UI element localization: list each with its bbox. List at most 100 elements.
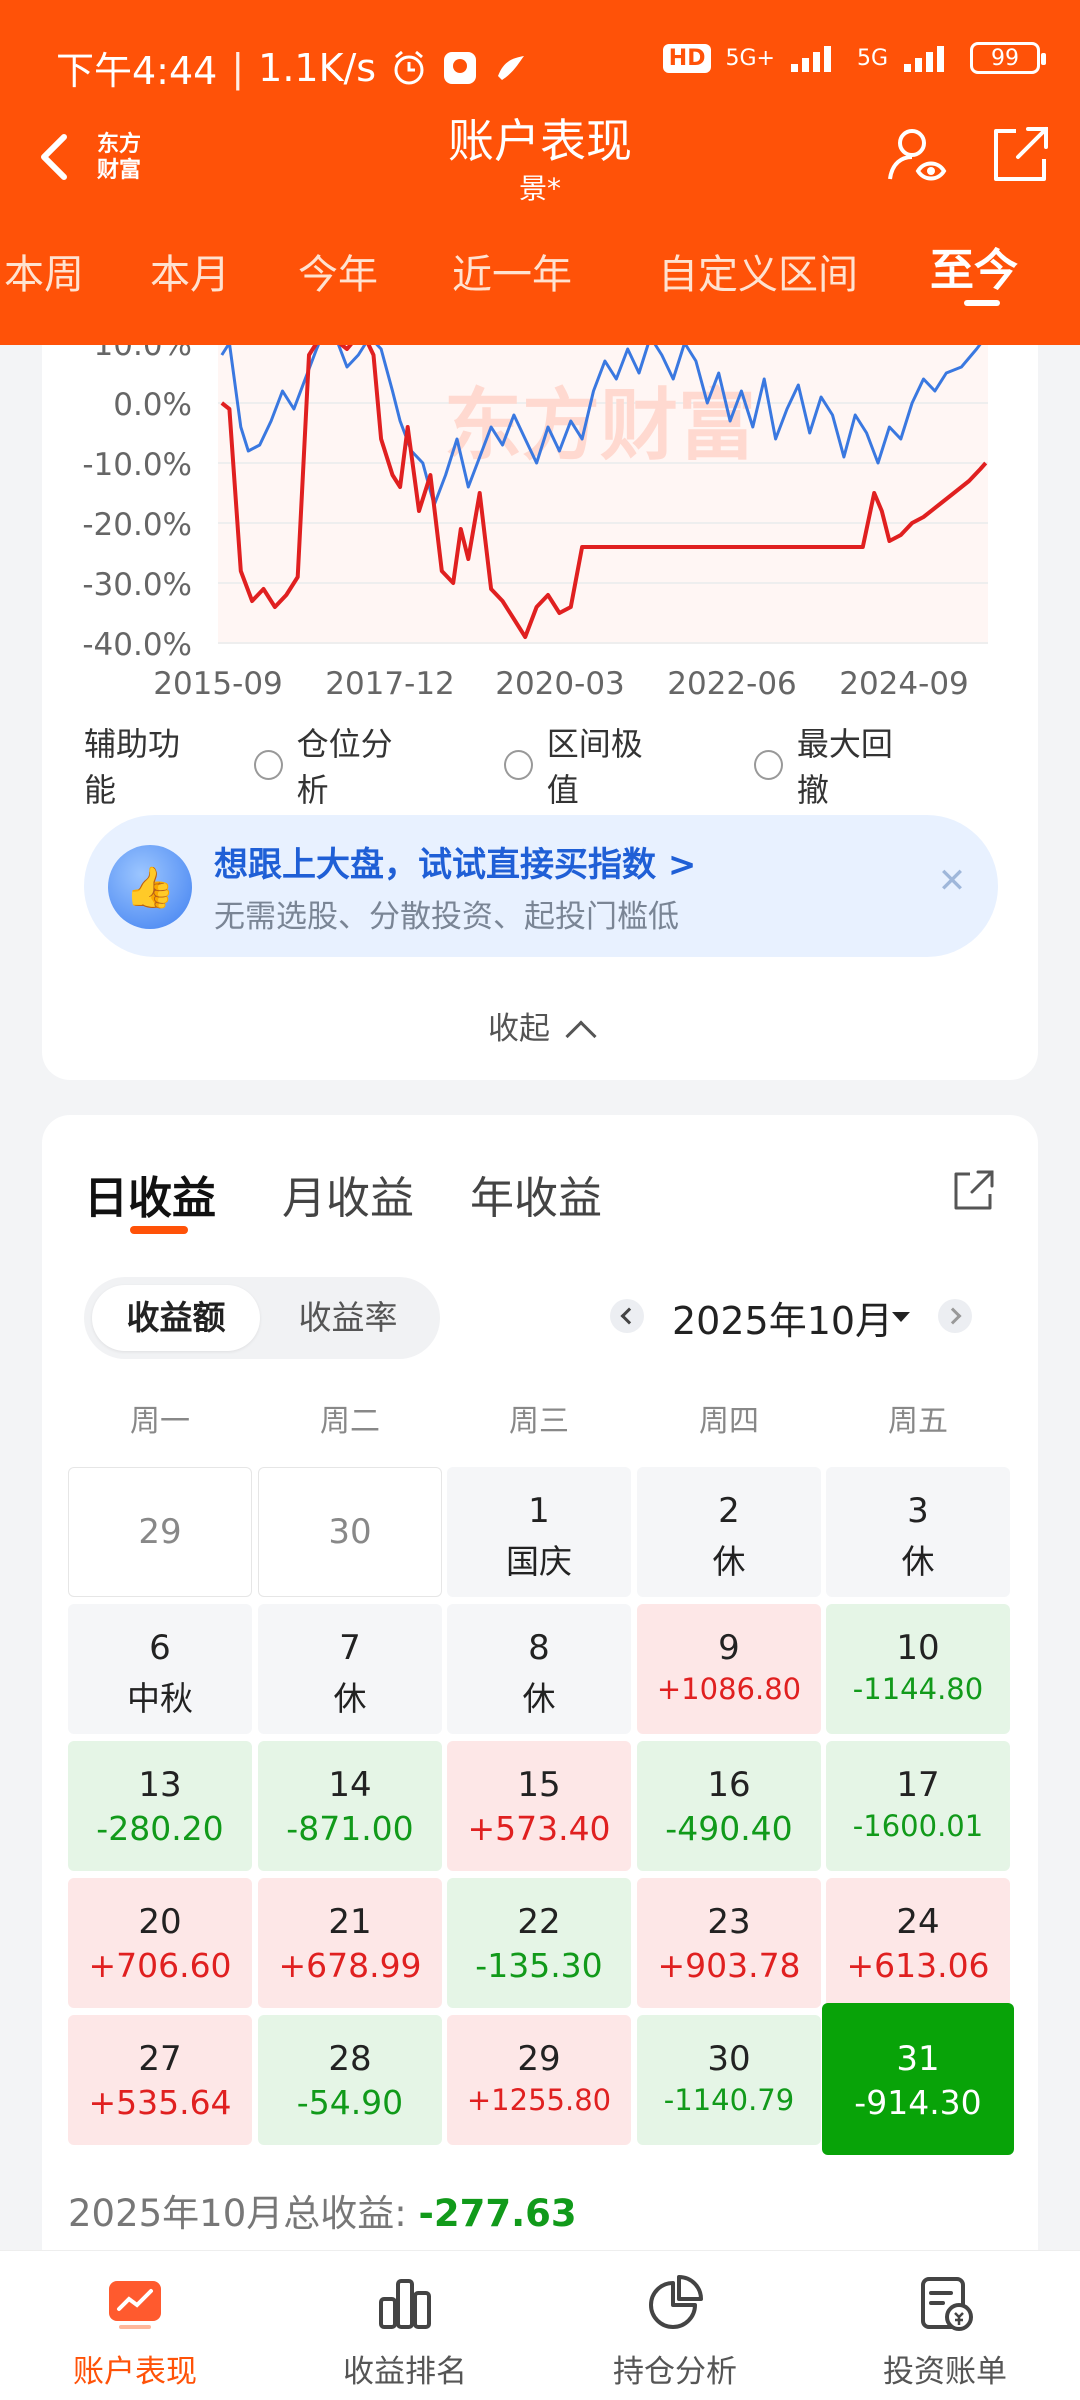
calendar-day-cell[interactable]: 15 +573.40 bbox=[447, 1741, 631, 1871]
calendar-day-cell[interactable]: 1 国庆 bbox=[447, 1467, 631, 1597]
nav-account-performance[interactable]: 账户表现 bbox=[0, 2251, 270, 2400]
day-number: 7 bbox=[339, 1628, 361, 1668]
collapse-button[interactable]: 收起 bbox=[0, 1003, 1080, 1052]
tab-last-year[interactable]: 近一年 bbox=[452, 242, 572, 300]
calendar-day-cell[interactable]: 14 -871.00 bbox=[258, 1741, 442, 1871]
tab-daily-returns[interactable]: 日收益 bbox=[84, 1162, 216, 1226]
nav-returns-ranking[interactable]: 收益排名 bbox=[270, 2251, 540, 2400]
caret-down-icon[interactable] bbox=[892, 1312, 910, 1322]
calendar-day-cell[interactable]: 30 -1140.79 bbox=[637, 2015, 821, 2145]
radio-label: 仓位分析 bbox=[296, 725, 393, 809]
network-5g-plus: 5G+ bbox=[725, 45, 775, 71]
radio-circle[interactable] bbox=[253, 750, 283, 780]
calendar-day-cell[interactable]: 6 中秋 bbox=[68, 1604, 252, 1734]
bar-chart-icon bbox=[379, 2279, 431, 2329]
day-number: 3 bbox=[907, 1491, 929, 1531]
aux-label: 辅助功能 bbox=[84, 725, 181, 809]
aux-functions: 辅助功能 仓位分析 区间极值 最大回撤 bbox=[84, 725, 1004, 809]
tab-since-inception[interactable]: 至今 bbox=[930, 234, 1018, 298]
month-selector[interactable]: 2025年10月 bbox=[672, 1290, 893, 1345]
tab-yearly-returns[interactable]: 年收益 bbox=[470, 1162, 602, 1226]
holiday-label: 中秋 bbox=[127, 1679, 193, 1718]
day-number: 16 bbox=[707, 1765, 751, 1805]
day-number: 9 bbox=[718, 1628, 740, 1668]
calendar-day-cell[interactable]: 29 +1255.80 bbox=[447, 2015, 631, 2145]
next-month-button[interactable] bbox=[938, 1299, 972, 1333]
calendar-day-cell[interactable]: 17 -1600.01 bbox=[826, 1741, 1010, 1871]
radio-position-analysis[interactable]: 仓位分析 bbox=[253, 719, 420, 811]
index-promo-banner[interactable]: 👍 想跟上大盘，试试直接买指数 > 无需选股、分散投资、起投门槛低 ✕ bbox=[84, 815, 998, 957]
radio-circle[interactable] bbox=[753, 750, 783, 780]
status-speed: 1.1K/s bbox=[258, 45, 377, 90]
export-icon[interactable] bbox=[988, 123, 1052, 187]
daily-return-value: +678.99 bbox=[278, 1946, 422, 1985]
day-number: 31 bbox=[896, 2039, 940, 2079]
calendar-day-cell[interactable]: 13 -280.20 bbox=[68, 1741, 252, 1871]
close-icon[interactable]: ✕ bbox=[932, 861, 972, 901]
nav-label: 收益排名 bbox=[343, 2354, 467, 2390]
share-icon[interactable] bbox=[948, 1166, 998, 1216]
weekday-header: 周五 bbox=[888, 1404, 948, 1439]
account-view-icon[interactable] bbox=[884, 123, 948, 187]
pie-chart-icon bbox=[649, 2275, 703, 2329]
daily-return-value: +1255.80 bbox=[466, 2083, 612, 2117]
promo-title[interactable]: 想跟上大盘，试试直接买指数 > bbox=[214, 837, 696, 886]
status-bar: 下午4:44 | 1.1K/s HD 5G+ 5G 99 bbox=[0, 0, 1080, 120]
x-tick-label: 2020-03 bbox=[495, 666, 625, 700]
daily-return-value: -1140.79 bbox=[663, 2083, 795, 2117]
day-number: 8 bbox=[528, 1628, 550, 1668]
day-number: 30 bbox=[328, 1512, 372, 1552]
status-time: 下午4:44 bbox=[56, 49, 218, 93]
day-number: 14 bbox=[328, 1765, 372, 1805]
x-tick-label: 2024-09 bbox=[839, 666, 969, 700]
promo-desc: 无需选股、分散投资、起投门槛低 bbox=[214, 899, 679, 935]
weekday-header: 周三 bbox=[509, 1404, 569, 1439]
radio-range-extreme[interactable]: 区间极值 bbox=[503, 719, 670, 811]
calendar-day-cell[interactable]: 31 -914.30 bbox=[822, 2003, 1014, 2155]
calendar-day-cell[interactable]: 10 -1144.80 bbox=[826, 1604, 1010, 1734]
calendar-day-cell: 30 bbox=[258, 1467, 442, 1597]
toggle-rate[interactable]: 收益率 bbox=[264, 1285, 432, 1351]
daily-return-value: -871.00 bbox=[286, 1809, 414, 1848]
day-number: 27 bbox=[138, 2039, 182, 2079]
tab-this-week[interactable]: 本周 bbox=[4, 242, 84, 300]
calendar-day-cell[interactable]: 22 -135.30 bbox=[447, 1878, 631, 2008]
calendar-day-cell[interactable]: 16 -490.40 bbox=[637, 1741, 821, 1871]
tab-custom-range[interactable]: 自定义区间 bbox=[658, 242, 858, 300]
chevron-up-icon bbox=[565, 1020, 597, 1052]
calendar-day-cell[interactable]: 2休 bbox=[637, 1467, 821, 1597]
daily-return-value: -914.30 bbox=[854, 2083, 982, 2122]
nav-holdings-analysis[interactable]: 持仓分析 bbox=[540, 2251, 810, 2400]
calendar-day-cell[interactable]: 8休 bbox=[447, 1604, 631, 1734]
x-tick-label: 2022-06 bbox=[667, 666, 797, 700]
daily-return-value: -135.30 bbox=[475, 1946, 603, 1985]
calendar-day-cell[interactable]: 21 +678.99 bbox=[258, 1878, 442, 2008]
tab-this-year[interactable]: 今年 bbox=[298, 242, 378, 300]
calendar-day-cell[interactable]: 7休 bbox=[258, 1604, 442, 1734]
tab-monthly-returns[interactable]: 月收益 bbox=[282, 1162, 414, 1226]
radio-circle[interactable] bbox=[503, 750, 533, 780]
calendar-day-cell[interactable]: 3休 bbox=[826, 1467, 1010, 1597]
daily-return-value: +903.78 bbox=[657, 1946, 801, 1985]
weekday-header: 周四 bbox=[699, 1404, 759, 1439]
x-tick-label: 2015-09 bbox=[153, 666, 283, 700]
day-number: 29 bbox=[138, 1512, 182, 1552]
chevron-right-icon bbox=[944, 1307, 962, 1325]
calendar-day-cell[interactable]: 9 +1086.80 bbox=[637, 1604, 821, 1734]
calendar-day-cell[interactable]: 27 +535.64 bbox=[68, 2015, 252, 2145]
calendar-day-cell[interactable]: 24 +613.06 bbox=[826, 1878, 1010, 2008]
calendar-day-cell[interactable]: 28 -54.90 bbox=[258, 2015, 442, 2145]
daily-return-value: +706.60 bbox=[88, 1946, 232, 1985]
alarm-icon bbox=[394, 50, 424, 84]
app-notification-icon bbox=[444, 51, 477, 84]
weekday-header: 周一 bbox=[130, 1404, 190, 1439]
tab-this-month[interactable]: 本月 bbox=[150, 242, 230, 300]
prev-month-button[interactable] bbox=[610, 1299, 644, 1333]
toggle-amount[interactable]: 收益额 bbox=[92, 1285, 260, 1351]
day-number: 15 bbox=[517, 1765, 561, 1805]
daily-return-value: +613.06 bbox=[846, 1946, 990, 1985]
calendar-day-cell[interactable]: 20 +706.60 bbox=[68, 1878, 252, 2008]
radio-max-drawdown[interactable]: 最大回撤 bbox=[753, 719, 920, 811]
calendar-day-cell[interactable]: 23 +903.78 bbox=[637, 1878, 821, 2008]
nav-investment-bill[interactable]: 投资账单 bbox=[810, 2251, 1080, 2400]
